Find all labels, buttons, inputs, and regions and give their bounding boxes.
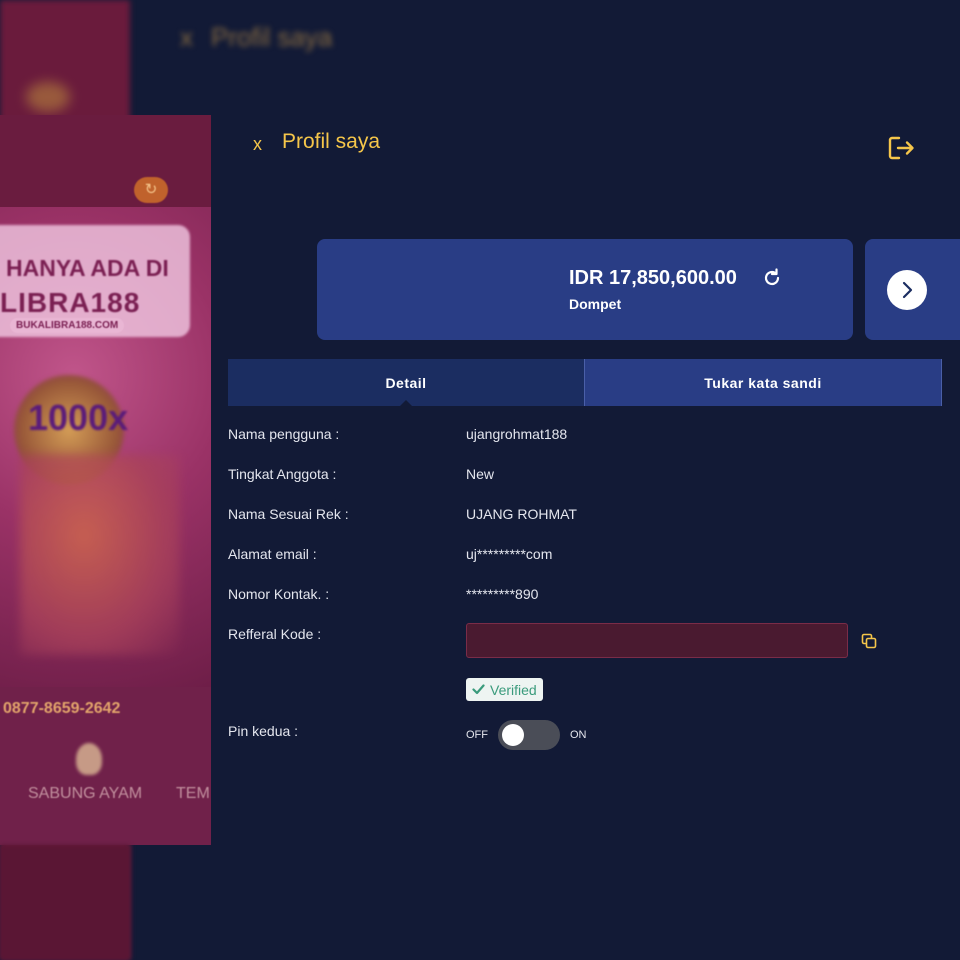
promo-line-1: HANYA ADA DI	[6, 255, 169, 281]
detail-row-member-level: Tingkat Anggota : New	[228, 466, 942, 490]
promo-panel: ↻ HANYA ADA DI LIBRA188 BUKALIBRA188.COM…	[0, 115, 211, 845]
pin-toggle-knob[interactable]	[502, 724, 524, 746]
email-value: uj*********com	[466, 546, 553, 562]
next-button[interactable]	[887, 270, 927, 310]
tab-detail-label: Detail	[385, 374, 427, 391]
rooster-icon	[76, 743, 102, 775]
tab-change-password[interactable]: Tukar kata sandi	[584, 359, 942, 406]
member-level-label: Tingkat Anggota :	[228, 466, 337, 482]
account-name-label: Nama Sesuai Rek :	[228, 506, 349, 522]
background-title-text: Profil saya	[211, 22, 333, 52]
profile-drawer: x Profil saya IDR 17,850,600.00 Dompet D…	[211, 115, 960, 960]
promo-url: BUKALIBRA188.COM	[10, 318, 125, 333]
promo-line-2: LIBRA188	[0, 287, 141, 318]
wallet-card: IDR 17,850,600.00 Dompet	[317, 239, 853, 340]
detail-row-email: Alamat email : uj*********com	[228, 546, 942, 570]
referral-label: Refferal Kode :	[228, 626, 322, 642]
wallet-balance: IDR 17,850,600.00	[569, 267, 737, 289]
chevron-right-icon	[902, 281, 913, 299]
copy-icon[interactable]	[861, 633, 877, 649]
detail-row-phone: Nomor Kontak. : *********890	[228, 586, 942, 610]
account-name-value: UJANG ROHMAT	[466, 506, 577, 522]
promo-nav-item: TEM	[176, 785, 210, 802]
wallet-label: Dompet	[569, 296, 622, 312]
background-title: x Profil saya	[180, 22, 332, 53]
promo-coin-text: 1000x	[28, 397, 129, 438]
active-tab-indicator	[399, 400, 413, 407]
referral-code-field[interactable]	[466, 623, 848, 658]
pin-toggle[interactable]	[498, 720, 560, 750]
background-close-icon: x	[180, 22, 193, 52]
pin-on-label: ON	[570, 729, 587, 741]
promo-nav-item: SABUNG AYAM	[28, 785, 143, 802]
check-icon	[472, 684, 485, 695]
email-label: Alamat email :	[228, 546, 317, 562]
tab-detail[interactable]: Detail	[228, 359, 584, 407]
pin-off-label: OFF	[466, 729, 488, 741]
next-wallet-card	[865, 239, 960, 340]
detail-row-account-name: Nama Sesuai Rek : UJANG ROHMAT	[228, 506, 942, 530]
refresh-icon[interactable]	[762, 268, 782, 288]
background-bottom	[0, 845, 130, 960]
member-level-value: New	[466, 466, 495, 482]
promo-header	[0, 115, 211, 207]
phone-label: Nomor Kontak. :	[228, 586, 330, 602]
page-title: Profil saya	[282, 130, 381, 153]
promo-character	[20, 455, 180, 655]
pin-label: Pin kedua :	[228, 723, 299, 739]
username-value: ujangrohmat188	[466, 426, 568, 442]
phone-value: *********890	[466, 586, 539, 602]
background-logo	[26, 82, 70, 112]
promo-phone: 0877-8659-2642	[3, 700, 121, 717]
profile-tabs: Detail Tukar kata sandi	[228, 359, 942, 407]
logout-icon[interactable]	[888, 135, 916, 161]
close-icon[interactable]: x	[253, 134, 262, 155]
verified-label: Verified	[490, 681, 537, 698]
verified-badge: Verified	[466, 678, 543, 701]
tab-change-password-label: Tukar kata sandi	[704, 374, 822, 391]
detail-row-username: Nama pengguna : ujangrohmat188	[228, 426, 942, 450]
username-label: Nama pengguna :	[228, 426, 340, 442]
promo-refresh-icon: ↻	[134, 177, 168, 203]
